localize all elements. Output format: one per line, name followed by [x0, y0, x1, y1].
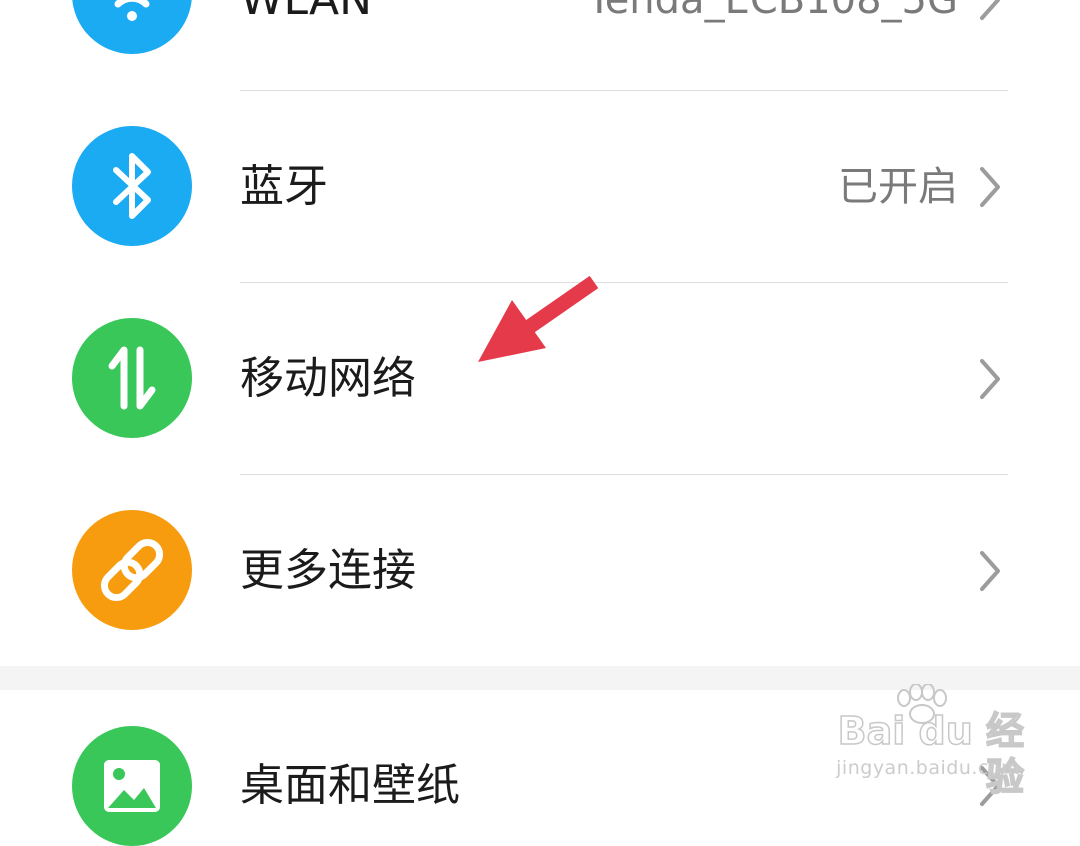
settings-item-wlan[interactable]: WLAN Tenda_ECB108_5G [0, 0, 1080, 96]
settings-item-value: 已开启 [838, 164, 958, 210]
annotation-arrow [478, 275, 599, 362]
settings-item-label: 蓝牙 [240, 161, 328, 212]
bluetooth-icon [72, 126, 192, 246]
watermark-logo: Bai du 经验 [837, 708, 1025, 800]
chevron-right-icon [980, 359, 1000, 399]
baidu-jingyan-watermark: Bai du 经验 jingyan.baidu.com [826, 684, 1036, 800]
watermark-url: jingyan.baidu.com [836, 757, 1020, 779]
settings-item-value: Tenda_ECB108_5G [587, 0, 958, 23]
wifi-icon [72, 0, 192, 54]
settings-item-more-connections[interactable]: 更多连接 [0, 475, 1080, 667]
mobile-data-icon [72, 318, 192, 438]
settings-item-label: 桌面和壁纸 [240, 760, 460, 811]
settings-item-bluetooth[interactable]: 蓝牙 已开启 [0, 91, 1080, 283]
settings-item-label: 移动网络 [240, 353, 416, 404]
chevron-right-icon [980, 0, 1000, 20]
chevron-right-icon [980, 551, 1000, 591]
link-icon [72, 510, 192, 630]
wallpaper-icon [72, 726, 192, 846]
settings-item-label: 更多连接 [240, 545, 416, 596]
settings-item-label: WLAN [240, 0, 372, 26]
chevron-right-icon [980, 167, 1000, 207]
